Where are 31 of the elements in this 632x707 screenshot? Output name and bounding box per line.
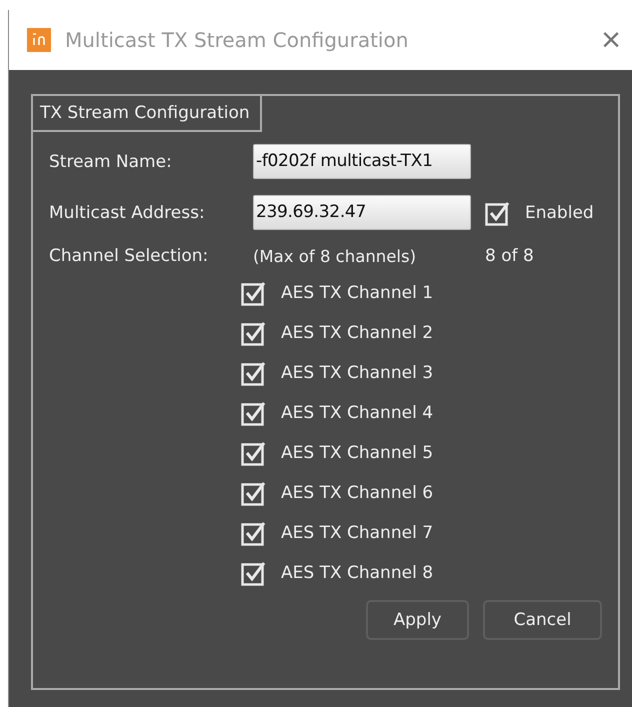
input-field[interactable]: -f0202f multicast-TX1 xyxy=(253,144,471,179)
checkbox-label: AES TX Channel 3 xyxy=(281,363,434,383)
checkbox[interactable] xyxy=(241,400,267,426)
checkbox[interactable] xyxy=(241,480,267,506)
input-field[interactable]: 239.69.32.47 xyxy=(253,195,471,230)
checkbox-label: Enabled xyxy=(525,202,594,222)
window-title: Multicast TX Stream Configuration xyxy=(65,28,410,52)
checkbox[interactable] xyxy=(241,360,267,386)
checkbox-label: AES TX Channel 5 xyxy=(281,443,434,463)
field-label: Multicast Address: xyxy=(49,202,206,222)
dialog-button[interactable]: Cancel xyxy=(483,600,602,640)
group-tab[interactable]: TX Stream Configuration xyxy=(33,96,262,132)
checkbox-label: AES TX Channel 1 xyxy=(281,283,434,303)
checkbox[interactable] xyxy=(241,560,267,586)
field-label: Stream Name: xyxy=(49,152,173,172)
checkbox-label: AES TX Channel 7 xyxy=(281,523,434,543)
checkbox[interactable] xyxy=(241,320,267,346)
checkbox-label: AES TX Channel 6 xyxy=(281,483,434,503)
checkbox-label: AES TX Channel 2 xyxy=(281,323,434,343)
app-logo-icon xyxy=(27,28,51,52)
dialog-button[interactable]: Apply xyxy=(366,600,469,640)
hint-text: (Max of 8 channels) xyxy=(253,246,418,266)
count-text: 8 of 8 xyxy=(485,246,535,266)
checkbox[interactable] xyxy=(241,280,267,306)
checkbox[interactable] xyxy=(241,520,267,546)
checkbox-label: AES TX Channel 4 xyxy=(281,403,434,423)
close-button[interactable]: × xyxy=(601,23,621,57)
field-label: Channel Selection: xyxy=(49,246,210,266)
checkbox-label: AES TX Channel 8 xyxy=(281,563,434,583)
checkbox[interactable] xyxy=(485,200,511,226)
checkbox[interactable] xyxy=(241,440,267,466)
